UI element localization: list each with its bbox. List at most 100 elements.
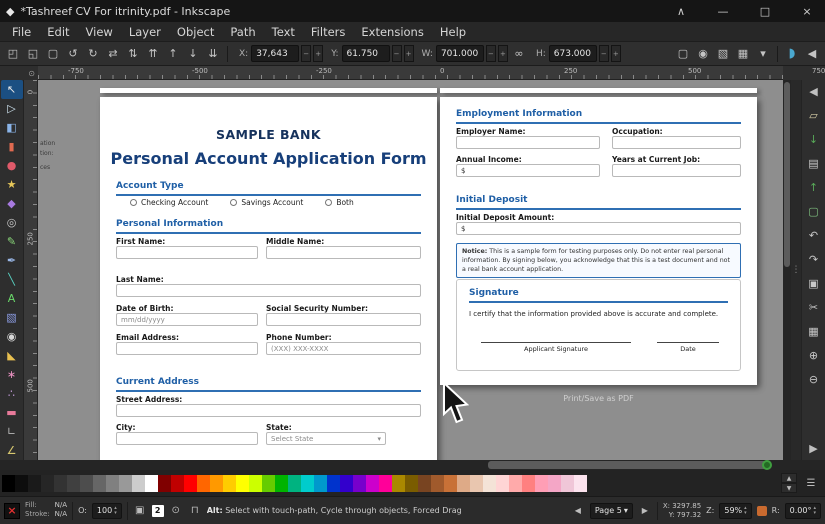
zoom-field[interactable]: 59% ▴▾	[719, 503, 751, 519]
palette-swatch[interactable]	[197, 475, 210, 492]
palette-swatch[interactable]	[106, 475, 119, 492]
minimize-button[interactable]: —	[705, 0, 741, 22]
palette-swatch[interactable]	[80, 475, 93, 492]
node-editor-tool[interactable]: ▷	[1, 99, 23, 118]
menu-item[interactable]: Extensions	[353, 22, 431, 41]
palette-swatch[interactable]	[509, 475, 522, 492]
palette-swatch[interactable]	[353, 475, 366, 492]
transform-gradient-toggle-icon[interactable]: ▧	[714, 45, 732, 63]
palette-swatch[interactable]	[262, 475, 275, 492]
copy-icon[interactable]: ▣	[804, 274, 824, 293]
palette-swatch[interactable]	[379, 475, 392, 492]
document-properties-icon[interactable]: ▢	[804, 202, 824, 221]
palette-swatch[interactable]	[470, 475, 483, 492]
menu-item[interactable]: Object	[169, 22, 222, 41]
palette-swatch[interactable]	[522, 475, 535, 492]
menu-item[interactable]: Layer	[121, 22, 169, 41]
palette-swatch[interactable]	[288, 475, 301, 492]
vertical-scrollbar[interactable]	[783, 80, 791, 460]
cut-icon[interactable]: ✂	[804, 298, 824, 317]
pencil-tool[interactable]: ✎	[1, 232, 23, 251]
dock-handle[interactable]: ⋮	[791, 80, 801, 460]
ssn-field[interactable]	[266, 313, 421, 326]
palette-swatch[interactable]	[15, 475, 28, 492]
print-icon[interactable]: ▤	[804, 154, 824, 173]
fill-stroke-indicator[interactable]: Fill: N/A Stroke: N/A	[25, 502, 67, 518]
layer-badge[interactable]: 2	[152, 505, 164, 517]
vertical-ruler[interactable]: 0250500	[24, 80, 38, 460]
color-management-icon[interactable]	[762, 460, 772, 470]
spray-tool[interactable]: ∴	[1, 384, 23, 403]
account-type-option[interactable]: Both	[325, 198, 353, 207]
canvas[interactable]: ationtion:ces SAMPLE BANK Personal Accou…	[38, 80, 783, 460]
palette-swatch[interactable]	[67, 475, 80, 492]
x-decrement-button[interactable]: −	[301, 45, 311, 62]
palette-swatch[interactable]	[249, 475, 262, 492]
palette-swatch[interactable]	[366, 475, 379, 492]
palette-swatch[interactable]	[392, 475, 405, 492]
palette-swatch[interactable]	[496, 475, 509, 492]
connector-tool[interactable]: ∟	[1, 422, 23, 441]
rotation-field[interactable]: 0.00° ▴▾	[785, 503, 821, 519]
raise-to-top-icon[interactable]: ⇈	[144, 45, 162, 63]
palette-swatch[interactable]	[301, 475, 314, 492]
height-decrement-button[interactable]: −	[599, 45, 609, 62]
transform-stroke-toggle-icon[interactable]: ▢	[674, 45, 692, 63]
document-page-2[interactable]: Employment Information Employer Name: Oc…	[440, 97, 757, 385]
palette-swatch[interactable]	[548, 475, 561, 492]
close-button[interactable]: ×	[789, 0, 825, 22]
palette-swatch[interactable]	[119, 475, 132, 492]
ruler-lock-icon[interactable]: ⊙	[28, 69, 35, 78]
last-name-field[interactable]	[116, 284, 421, 297]
palette-swatch[interactable]	[184, 475, 197, 492]
street-field[interactable]	[116, 404, 421, 417]
rotation-spinner[interactable]: ▴▾	[813, 506, 816, 516]
rotate-cw-icon[interactable]: ↻	[84, 45, 102, 63]
flip-horizontal-icon[interactable]: ⇄	[104, 45, 122, 63]
paste-icon[interactable]: ▦	[804, 322, 824, 341]
palette-swatch[interactable]	[41, 475, 54, 492]
tweak-tool[interactable]: ∗	[1, 365, 23, 384]
height-increment-button[interactable]: +	[611, 45, 621, 62]
text-tool[interactable]: A	[1, 289, 23, 308]
palette-swatch[interactable]	[236, 475, 249, 492]
star-tool[interactable]: ★	[1, 175, 23, 194]
palette-swatch[interactable]	[28, 475, 41, 492]
zoom-out-icon[interactable]: ⊖	[804, 370, 824, 389]
measure-tool[interactable]: ∠	[1, 441, 23, 460]
paint-bucket-tool[interactable]: ◣	[1, 346, 23, 365]
calligraphy-tool[interactable]: ╲	[1, 270, 23, 289]
palette-swatch[interactable]	[327, 475, 340, 492]
lower-icon[interactable]: ↓	[184, 45, 202, 63]
print-save-label[interactable]: Print/Save as PDF	[440, 394, 757, 403]
select-all-icon[interactable]: ◰	[4, 45, 22, 63]
layer-visibility-eye-icon[interactable]: ⊙	[169, 504, 183, 518]
maximize-button[interactable]: □	[747, 0, 783, 22]
palette-scroll-down-button[interactable]: ▼	[781, 483, 797, 493]
width-decrement-button[interactable]: −	[486, 45, 496, 62]
rotation-icon[interactable]	[757, 506, 767, 516]
rectangle-tool[interactable]: ▮	[1, 137, 23, 156]
page-selector[interactable]: Page 5 ▾	[590, 503, 633, 519]
open-file-icon[interactable]: ▱	[804, 106, 824, 125]
rotate-ccw-icon[interactable]: ↺	[64, 45, 82, 63]
dropper-tool[interactable]: ◉	[1, 327, 23, 346]
transform-corners-toggle-icon[interactable]: ◉	[694, 45, 712, 63]
expand-panel-icon[interactable]: ▶	[804, 439, 824, 458]
phone-field[interactable]: (XXX) XXX-XXXX	[266, 342, 421, 355]
city-field[interactable]	[116, 432, 258, 445]
radio-icon[interactable]	[230, 199, 237, 206]
horizontal-ruler[interactable]: -750-500-2500250500750	[38, 66, 783, 80]
palette-swatch[interactable]	[418, 475, 431, 492]
palette-swatch[interactable]	[340, 475, 353, 492]
width-field[interactable]: 701.000	[436, 45, 484, 62]
import-icon[interactable]: ↓	[804, 130, 824, 149]
occupation-field[interactable]	[612, 136, 741, 149]
export-icon[interactable]: ↑	[804, 178, 824, 197]
palette-swatch[interactable]	[54, 475, 67, 492]
vertical-scrollbar-thumb[interactable]	[784, 82, 790, 267]
toolbar-dropdown-icon[interactable]: ▾	[754, 45, 772, 63]
no-paint-swatch[interactable]: ×	[4, 503, 20, 519]
blend-mode-icon[interactable]: ▣	[133, 504, 147, 518]
palette-swatch[interactable]	[405, 475, 418, 492]
